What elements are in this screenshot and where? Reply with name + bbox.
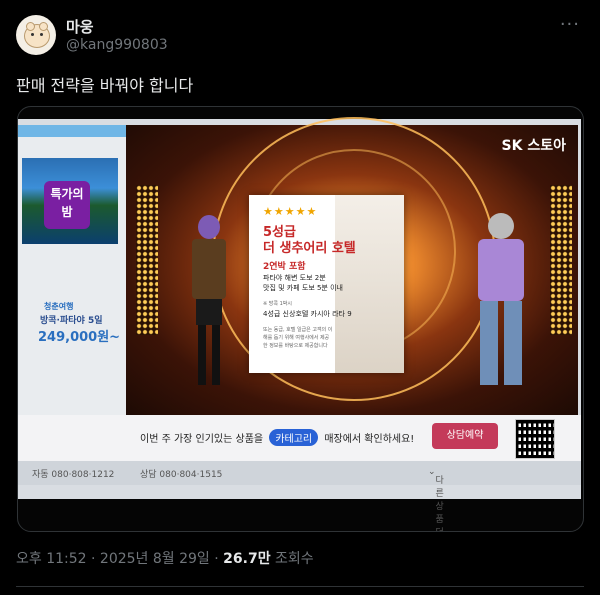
side-panel: 특가의 밤 청춘여행 방콕·파타야 5일 249,000원~ <box>18 125 126 415</box>
consult-reservation-button: 상담예약 <box>432 423 498 449</box>
view-label: 조회수 <box>270 551 314 567</box>
led-panel-left <box>136 185 158 335</box>
avatar[interactable] <box>16 15 56 55</box>
tweet-media-image[interactable]: 특가의 밤 청춘여행 방콕·파타야 5일 249,000원~ SK 스토아 ★★… <box>17 106 584 532</box>
sk-store-logo: SK 스토아 <box>501 138 566 154</box>
tweet-header: 마웅 @kang990803 ··· <box>16 12 584 62</box>
display-name[interactable]: 마웅 <box>66 16 94 37</box>
promo-bar: 이번 주 가장 인기있는 상품을 카테고리 매장에서 확인하세요! 상담예약 <box>18 415 581 461</box>
hotel-room-photo <box>335 195 404 373</box>
package-description: 방콕·파타야 5일 <box>40 316 103 326</box>
host-right <box>466 213 536 403</box>
beach-distance: 파타야 해변 도보 2분 <box>263 274 326 282</box>
hamster-face-icon <box>24 22 50 48</box>
tweet-meta: 오후 11:52 · 2025년 8월 29일 · 26.7만 조회수 <box>16 548 314 568</box>
more-products-label: 다른 상품 더보기 <box>435 476 444 531</box>
led-panel-right <box>550 185 572 335</box>
package-name: 청춘여행 <box>44 302 74 311</box>
phone-info-bar: 자동 080·808·1212 상담 080·804·1515 ⌄ 다른 상품 … <box>18 461 581 531</box>
auto-order-phone: 자동 080·808·1212 <box>32 470 115 480</box>
more-icon[interactable]: ··· <box>560 14 580 35</box>
divider <box>16 586 584 587</box>
rating-stars: ★★★★★ <box>263 205 318 218</box>
side-tab-bar <box>18 125 126 137</box>
hotel-name: 더 생추어리 호텔 <box>263 241 356 256</box>
promo-after: 매장에서 확인하세요! <box>324 434 415 445</box>
view-count: 26.7만 <box>223 551 271 567</box>
qr-code-icon <box>515 419 555 459</box>
consult-phone: 상담 080·804·1515 <box>140 470 223 480</box>
tv-screen: 특가의 밤 청춘여행 방콕·파타야 5일 249,000원~ SK 스토아 ★★… <box>18 117 581 531</box>
tweet-text: 판매 전략을 바꿔야 합니다 <box>16 76 194 95</box>
category-pill: 카테고리 <box>269 429 319 446</box>
host-left <box>184 215 234 405</box>
promo-before: 이번 주 가장 인기있는 상품을 <box>140 434 264 445</box>
stay-length: 2연박 포함 <box>263 262 306 272</box>
hotel-info-card: ★★★★★ 5성급 더 생추어리 호텔 2연박 포함 파타야 해변 도보 2분 … <box>249 195 404 373</box>
disclaimer: 또는 동급, 호텔 일급은 고객의 이해를 돕기 위해 여행사에서 제공한 정보… <box>263 327 333 349</box>
alternate-hotel: 4성급 신상호텔 카시아 라타 9 <box>263 310 352 318</box>
bangkok-note: ※ 방콕 1박시 <box>263 301 292 307</box>
cafe-distance: 맛집 및 카페 도보 5분 이내 <box>263 284 343 292</box>
special-night-badge: 특가의 밤 <box>44 181 90 229</box>
more-products: ⌄ 다른 상품 더보기 <box>428 467 444 531</box>
user-handle[interactable]: @kang990803 <box>66 37 168 53</box>
tweet-timestamp[interactable]: 오후 11:52 · 2025년 8월 29일 · <box>16 551 223 567</box>
studio-stage: SK 스토아 ★★★★★ 5성급 더 생추어리 호텔 2연박 포함 파타야 해변… <box>126 117 578 415</box>
promo-text: 이번 주 가장 인기있는 상품을 카테고리 매장에서 확인하세요! <box>140 429 414 446</box>
package-price: 249,000원~ <box>38 330 121 345</box>
